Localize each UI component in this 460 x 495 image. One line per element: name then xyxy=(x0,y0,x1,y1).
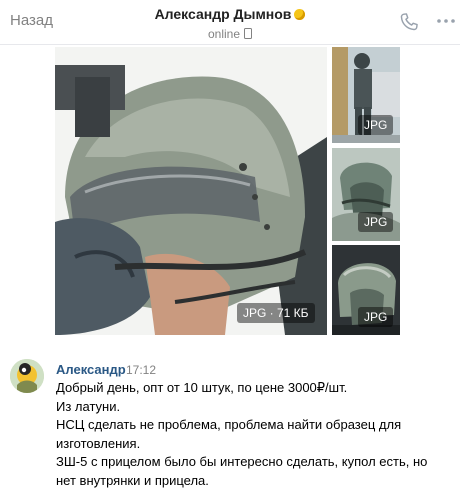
message-time: 17:12 xyxy=(126,363,157,377)
mobile-icon xyxy=(244,28,253,39)
photo-attachment-main[interactable]: JPG · 71 КБ xyxy=(55,47,327,335)
photo-attachment-thumb-2[interactable]: JPG xyxy=(332,148,400,241)
message-text: Добрый день, опт от 10 штук, по цене 300… xyxy=(56,379,450,490)
file-badge-thumb-3: JPG xyxy=(358,307,394,327)
chat-title[interactable]: Александр Дымнов xyxy=(155,6,292,22)
phone-icon[interactable] xyxy=(398,11,420,33)
message-line: НСЦ сделать не проблема, проблема найти … xyxy=(56,417,402,432)
photo-attachment-thumb-3[interactable]: JPG xyxy=(332,245,400,335)
avatar[interactable] xyxy=(10,359,44,393)
bird-avatar-icon xyxy=(10,359,44,393)
file-badge-main: JPG · 71 КБ xyxy=(237,303,315,323)
chat-title-block: Александр Дымнов online xyxy=(0,6,460,41)
file-badge-thumb-2: JPG xyxy=(358,212,394,232)
status-text: online xyxy=(207,27,241,41)
photo-attachment-thumb-1[interactable]: JPG xyxy=(332,47,400,143)
chat-header: Назад Александр Дымнов online xyxy=(0,0,460,45)
online-status: online xyxy=(0,27,460,41)
helmet-photo xyxy=(55,47,327,335)
message-line: изготовления. xyxy=(56,435,141,451)
message-line: нет внутрянки и прицела. xyxy=(56,472,209,488)
emoji-icon xyxy=(294,9,306,20)
file-badge-thumb-1: JPG xyxy=(358,115,394,135)
more-icon[interactable] xyxy=(436,14,456,28)
message-line: Из латуни. xyxy=(56,398,121,414)
message-line: Добрый день, опт от 10 штук, по цене 300… xyxy=(56,380,348,395)
message-line: ЗШ-5 с прицелом было бы интересно сделат… xyxy=(56,454,428,469)
message-author[interactable]: Александр xyxy=(56,362,126,377)
